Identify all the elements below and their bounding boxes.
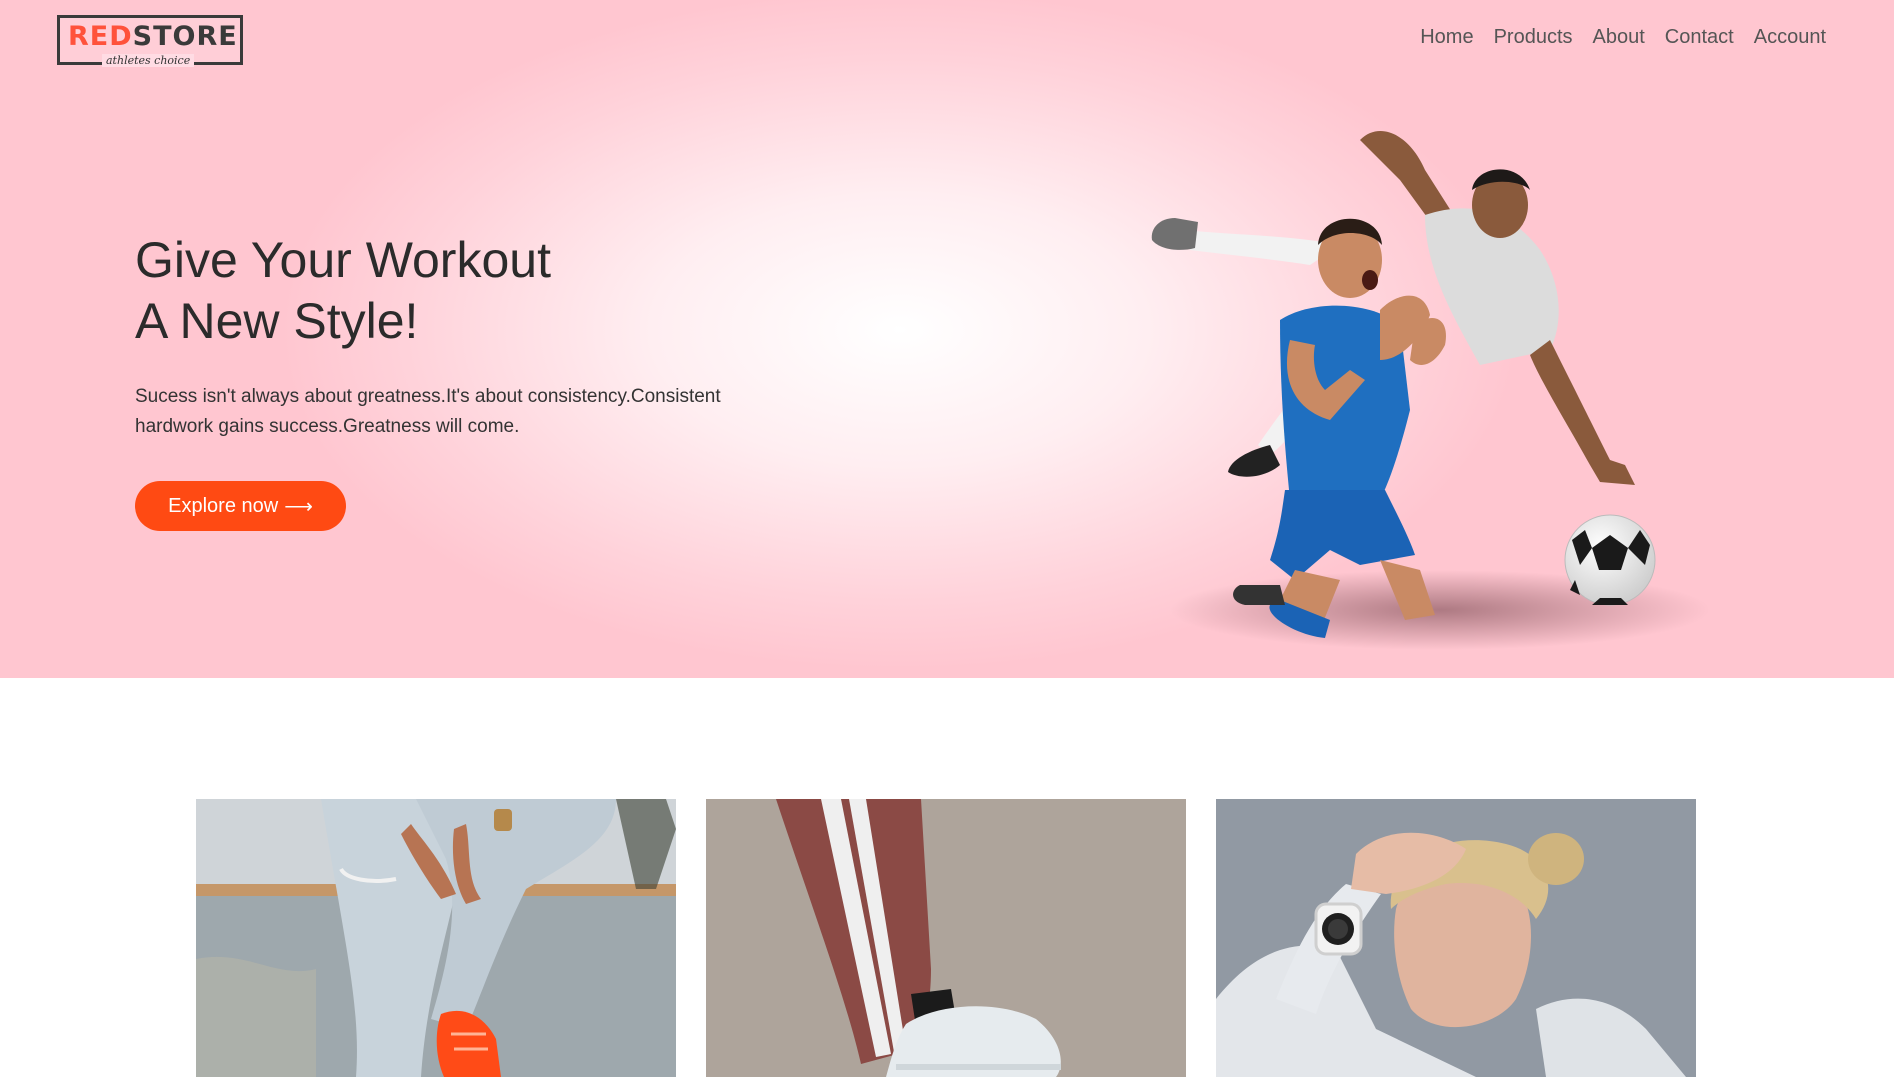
hero-title-line-2: A New Style! xyxy=(135,293,419,349)
hero-description: Sucess isn't always about greatness.It's… xyxy=(135,386,721,437)
main-nav: Home Products About Contact Account xyxy=(1420,26,1826,49)
explore-now-button[interactable]: Explore now ⟶ xyxy=(135,481,346,531)
category-image-jeans-sneakers xyxy=(196,799,676,1077)
category-image-woman-smartwatch xyxy=(1216,799,1696,1077)
nav-contact[interactable]: Contact xyxy=(1665,26,1734,49)
hero-title: Give Your Workout A New Style! xyxy=(135,230,551,352)
brand-logo[interactable]: REDSTORE athletes choice xyxy=(57,15,243,67)
nav-products[interactable]: Products xyxy=(1494,26,1573,49)
hero-title-line-1: Give Your Workout xyxy=(135,232,551,288)
category-card-jeans[interactable] xyxy=(196,799,676,1077)
category-gallery xyxy=(196,799,1696,1077)
brand-name: REDSTORE xyxy=(68,21,238,52)
category-card-smartwatch[interactable] xyxy=(1216,799,1696,1077)
explore-now-label: Explore now xyxy=(168,494,279,517)
category-image-track-pants xyxy=(706,799,1186,1077)
hero-section: REDSTORE athletes choice Home Products A… xyxy=(0,0,1894,678)
nav-home[interactable]: Home xyxy=(1420,26,1473,49)
arrow-right-icon: ⟶ xyxy=(284,495,313,518)
nav-account[interactable]: Account xyxy=(1754,26,1826,49)
nav-about[interactable]: About xyxy=(1593,26,1645,49)
category-card-track-pants[interactable] xyxy=(706,799,1186,1077)
brand-tagline: athletes choice xyxy=(102,54,195,67)
hero-image xyxy=(1151,131,1710,650)
soccer-ball xyxy=(1564,514,1656,606)
